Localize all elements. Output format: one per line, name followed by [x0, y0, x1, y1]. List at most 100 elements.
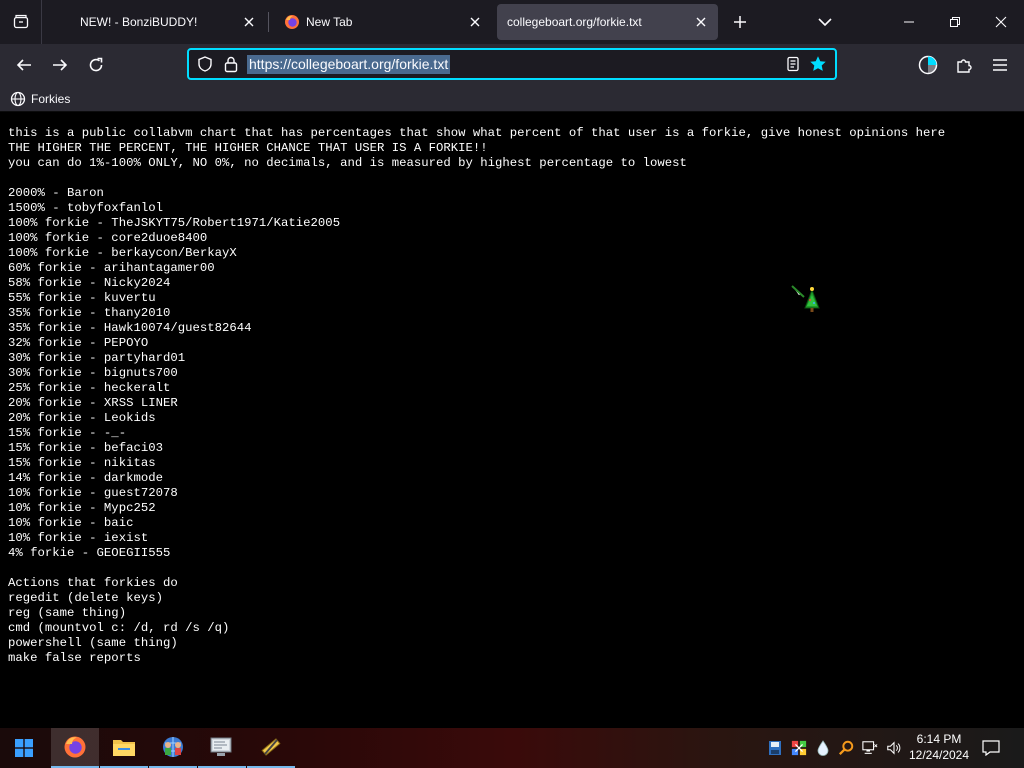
firefox-icon [284, 14, 300, 30]
tab-bonzibuddy[interactable]: NEW! - BonziBUDDY! [44, 4, 266, 40]
hamburger-menu-icon [993, 59, 1007, 71]
reader-view-icon[interactable] [785, 56, 801, 72]
text-line: 100% forkie - TheJSKYT75/Robert1971/Kati… [8, 216, 341, 230]
monitor-icon [210, 737, 232, 756]
plus-icon [734, 16, 746, 28]
text-line: 15% forkie - -_- [8, 426, 127, 440]
extensions-button[interactable] [951, 52, 977, 78]
text-line: 32% forkie - PEPOYO [8, 336, 149, 350]
app-menu-button[interactable] [987, 52, 1013, 78]
search-magnifier-tray-icon[interactable] [838, 739, 854, 757]
bookmark-forkies[interactable]: Forkies [10, 89, 70, 109]
file-explorer-icon [113, 740, 135, 756]
text-line: 25% forkie - heckeralt [8, 381, 171, 395]
taskbar-network-people[interactable] [149, 728, 197, 768]
globe-icon [10, 91, 26, 107]
lock-icon[interactable] [223, 55, 239, 73]
network-people-icon [163, 737, 183, 757]
text-line: 2000% - Baron [8, 186, 104, 200]
close-icon[interactable] [240, 13, 258, 31]
new-tab-button[interactable] [727, 9, 753, 35]
text-line: 60% forkie - arihantagamer00 [8, 261, 215, 275]
tab-forkie-txt[interactable]: collegeboart.org/forkie.txt [497, 4, 718, 40]
chevron-down-icon [818, 18, 832, 27]
action-center-button[interactable] [978, 736, 1004, 760]
text-line: 20% forkie - XRSS LINER [8, 396, 178, 410]
save-disk-tray-icon[interactable] [767, 739, 783, 757]
page-content[interactable]: this is a public collabvm chart that has… [0, 112, 1024, 728]
restore-button[interactable] [932, 0, 978, 44]
network-tray-icon[interactable] [862, 739, 878, 757]
tab-label: NEW! - BonziBUDDY! [80, 15, 198, 29]
plain-text-document: this is a public collabvm chart that has… [8, 126, 945, 666]
start-button[interactable] [0, 728, 48, 768]
blank-page-icon [58, 14, 74, 30]
close-icon [995, 16, 1007, 28]
account-button[interactable] [915, 52, 941, 78]
volume-tray-icon[interactable] [886, 739, 902, 757]
arrow-right-icon [53, 59, 68, 71]
christmas-tree-cursor-icon [790, 284, 820, 312]
water-drop-tray-icon[interactable] [815, 739, 831, 757]
star-bookmark-icon[interactable] [809, 55, 827, 73]
forward-button[interactable] [45, 50, 75, 80]
text-line: 10% forkie - guest72078 [8, 486, 178, 500]
text-line: 4% forkie - GEOEGII555 [8, 546, 171, 560]
bookmark-label: Forkies [31, 92, 71, 106]
tab-label: New Tab [306, 15, 353, 29]
system-clock[interactable]: 6:14 PM 12/24/2024 [906, 731, 972, 763]
text-line: 30% forkie - bignuts700 [8, 366, 178, 380]
text-line: you can do 1%-100% ONLY, NO 0%, no decim… [8, 156, 687, 170]
security-tray-icon[interactable] [791, 739, 807, 757]
list-all-tabs-button[interactable] [812, 9, 838, 35]
close-icon[interactable] [466, 13, 484, 31]
restore-icon [950, 17, 960, 27]
url-text[interactable]: https://collegeboart.org/forkie.txt [247, 55, 451, 74]
text-line: reg (same thing) [8, 606, 127, 620]
text-line: powershell (same thing) [8, 636, 178, 650]
tab-label: collegeboart.org/forkie.txt [507, 15, 642, 29]
tab-new-tab[interactable]: New Tab [270, 4, 492, 40]
text-line: cmd (mountvol c: /d, rd /s /q) [8, 621, 230, 635]
text-line: 1500% - tobyfoxfanlol [8, 201, 163, 215]
taskbar-file-explorer[interactable] [100, 728, 148, 768]
taskbar-monitor[interactable] [198, 728, 246, 768]
text-line: regedit (delete keys) [8, 591, 163, 605]
text-line: 10% forkie - Mypc252 [8, 501, 156, 515]
firefox-icon [64, 736, 86, 758]
text-line: 15% forkie - befaci03 [8, 441, 163, 455]
minimize-icon [904, 21, 914, 23]
reload-button[interactable] [81, 50, 111, 80]
firefox-view-button[interactable] [0, 0, 42, 44]
text-line: 10% forkie - baic [8, 516, 134, 530]
minimize-button[interactable] [886, 0, 932, 44]
taskbar-firefox[interactable] [51, 728, 99, 768]
windows-logo-icon [15, 739, 33, 757]
taskbar-tools[interactable] [247, 728, 295, 768]
windows-taskbar: 6:14 PM 12/24/2024 [0, 728, 1024, 768]
bookmarks-toolbar: Forkies [0, 86, 1024, 112]
text-line: 30% forkie - partyhard01 [8, 351, 186, 365]
tab-separator [268, 12, 269, 32]
text-line: make false reports [8, 651, 141, 665]
clock-time: 6:14 PM [916, 732, 962, 746]
close-icon[interactable] [692, 13, 710, 31]
text-line: 35% forkie - Hawk10074/guest82644 [8, 321, 252, 335]
close-window-button[interactable] [978, 0, 1024, 44]
url-bar[interactable]: https://collegeboart.org/forkie.txt [187, 48, 837, 80]
account-progress-icon [918, 55, 938, 75]
text-line: 14% forkie - darkmode [8, 471, 163, 485]
back-button[interactable] [9, 50, 39, 80]
tools-icon [261, 738, 281, 756]
text-line: 20% forkie - Leokids [8, 411, 156, 425]
shield-icon[interactable] [197, 56, 213, 72]
text-line: this is a public collabvm chart that has… [8, 126, 946, 140]
arrow-left-icon [16, 59, 31, 71]
text-line: 15% forkie - nikitas [8, 456, 156, 470]
text-line: 100% forkie - core2duoe8400 [8, 231, 208, 245]
tab-strip: NEW! - BonziBUDDY! New Tab collegeboart.… [0, 0, 1024, 44]
puzzle-piece-icon [957, 59, 972, 73]
text-line: Actions that forkies do [8, 576, 178, 590]
